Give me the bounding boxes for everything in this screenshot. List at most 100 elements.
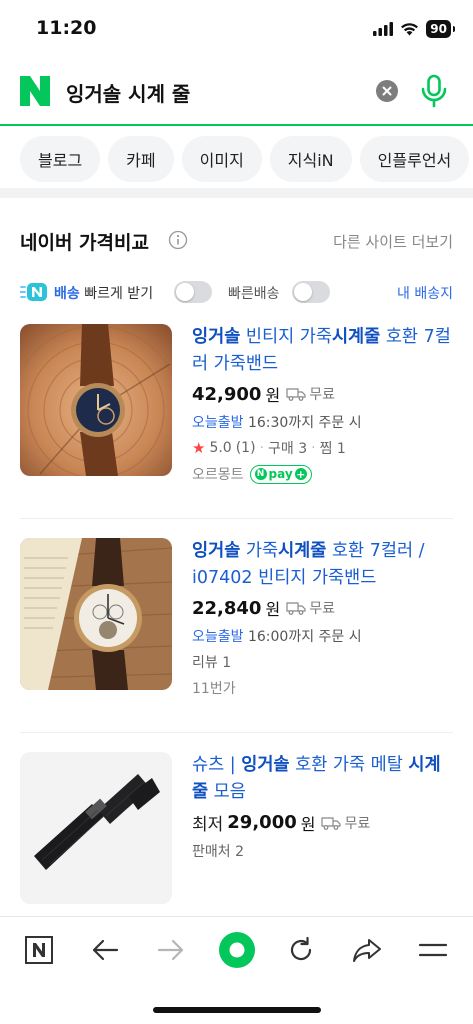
truck-icon <box>321 816 342 830</box>
product-info: 잉거솔 가죽시계줄 호환 7컬러 / i07402 빈티지 가죽밴드 22,84… <box>192 538 454 698</box>
quick-delivery-toggle[interactable] <box>292 281 330 303</box>
npay-n-icon: N <box>254 468 267 480</box>
product-stats: ★ 5.0 (1) · 구매 3 · 찜 1 <box>192 438 454 458</box>
fast-delivery-toggle[interactable] <box>174 281 212 303</box>
tab-cafe[interactable]: 카페 <box>108 136 174 182</box>
shipping-label: 무료 <box>309 601 335 617</box>
quick-delivery-label: 빠른배송 <box>228 286 280 302</box>
share-icon <box>353 939 381 962</box>
truck-icon <box>286 388 306 401</box>
seller-count[interactable]: 판매처 2 <box>192 841 454 861</box>
hamburger-menu-icon <box>418 943 448 957</box>
delivery-note: 16:00까지 주문 시 <box>247 629 362 645</box>
review-count: 리뷰 1 <box>192 655 232 671</box>
wish-count: 찜 1 <box>319 441 346 457</box>
product-stats: 리뷰 1 <box>192 652 454 672</box>
share-button[interactable] <box>350 933 384 967</box>
status-time: 11:20 <box>36 17 97 39</box>
delivery-filters: 배송 빠르게 받기 빠른배송 내 배송지 <box>20 280 453 306</box>
price-prefix: 최저 <box>192 815 224 835</box>
product-title-part: 잉거솔 <box>192 541 241 561</box>
seller-name[interactable]: 오르몽트 <box>192 464 244 484</box>
refresh-icon <box>290 936 312 961</box>
naver-delivery-icon <box>20 283 47 301</box>
shipping-info: 무료 <box>286 598 335 618</box>
price-currency: 원 <box>300 814 316 834</box>
status-bar: 11:20 90 <box>0 0 473 58</box>
card-divider <box>20 518 453 519</box>
rating-count: (1) <box>235 440 256 456</box>
more-sites-link[interactable]: 다른 사이트 더보기 <box>333 231 453 252</box>
npay-badge: Npay + <box>249 464 312 484</box>
tab-knowledge-in[interactable]: 지식iN <box>269 136 352 182</box>
today-delivery-label: 오늘출발 <box>192 415 244 431</box>
refresh-button[interactable] <box>284 933 318 967</box>
wifi-icon <box>401 23 419 36</box>
forward-arrow-icon <box>157 939 184 961</box>
naver-n-icon <box>25 936 53 964</box>
plus-icon: + <box>294 467 307 481</box>
menu-button[interactable] <box>416 933 450 967</box>
product-title-part: 가죽 <box>240 541 279 561</box>
star-icon: ★ <box>192 439 206 457</box>
product-title-part: 호환 가죽 메탈 <box>289 755 409 775</box>
separator-dot: · <box>259 440 265 456</box>
microphone-icon[interactable] <box>420 74 448 108</box>
section-divider <box>0 188 473 198</box>
battery-indicator: 90 <box>426 20 455 38</box>
green-dot-icon <box>219 932 255 968</box>
rating-value: 5.0 <box>209 440 232 456</box>
shipping-label: 무료 <box>309 387 335 403</box>
back-button[interactable] <box>88 933 122 967</box>
purchase-count: 구매 3 <box>268 441 308 457</box>
info-icon[interactable] <box>168 230 188 250</box>
truck-icon <box>286 602 306 615</box>
product-image[interactable] <box>20 538 172 690</box>
card-divider <box>20 732 453 733</box>
seller-info: 11번가 <box>192 678 454 698</box>
tab-images[interactable]: 이미지 <box>181 136 262 182</box>
product-info: 슈츠 | 잉거솔 호환 가죽 메탈 시계줄 모음 최저 29,000 원 무료 판… <box>192 752 454 861</box>
naver-logo[interactable] <box>20 76 50 106</box>
status-icons: 90 <box>373 20 455 38</box>
section-title: 네이버 가격비교 <box>20 232 149 254</box>
price-currency: 원 <box>265 600 281 619</box>
product-card[interactable]: 잉거솔 빈티지 가죽시계줄 호환 7컬러 가죽밴드 42,900 원 무료 오늘출… <box>20 324 453 484</box>
product-title-part: 모음 <box>208 782 246 802</box>
seller-info: 오르몽트 Npay + <box>192 464 454 484</box>
product-price: 22,840 원 무료 <box>192 596 454 620</box>
shipping-label: 무료 <box>344 815 371 832</box>
price-value: 29,000 <box>227 812 297 833</box>
today-delivery-label: 오늘출발 <box>192 629 244 645</box>
product-title[interactable]: 잉거솔 빈티지 가죽시계줄 호환 7컬러 가죽밴드 <box>192 324 454 378</box>
product-card[interactable]: 슈츠 | 잉거솔 호환 가죽 메탈 시계줄 모음 최저 29,000 원 무료 판… <box>20 752 453 904</box>
delivery-info: 오늘출발 16:30까지 주문 시 <box>192 412 454 432</box>
home-indicator[interactable] <box>153 1007 321 1013</box>
browser-toolbar <box>0 916 473 986</box>
product-title-part: 잉거솔 <box>192 327 241 347</box>
product-title[interactable]: 슈츠 | 잉거솔 호환 가죽 메탈 시계줄 모음 <box>192 752 454 806</box>
product-title-part: 시계줄 <box>278 541 327 561</box>
fast-delivery-brand: 배송 <box>54 286 80 302</box>
product-title-part: 슈츠 | <box>192 755 242 775</box>
seller-name[interactable]: 11번가 <box>192 678 236 698</box>
tab-blog[interactable]: 블로그 <box>20 136 101 182</box>
product-card[interactable]: 잉거솔 가죽시계줄 호환 7컬러 / i07402 빈티지 가죽밴드 22,84… <box>20 538 453 698</box>
price-value: 22,840 <box>192 597 262 619</box>
green-dot-button[interactable] <box>216 929 258 971</box>
tab-influencer[interactable]: 인플루언서 <box>359 136 470 182</box>
product-title-part: 잉거솔 <box>241 755 290 775</box>
product-title[interactable]: 잉거솔 가죽시계줄 호환 7컬러 / i07402 빈티지 가죽밴드 <box>192 538 454 592</box>
product-price: 42,900 원 무료 <box>192 382 454 406</box>
product-image[interactable] <box>20 752 172 904</box>
product-title-part: 빈티지 가죽 <box>240 327 332 347</box>
price-value: 42,900 <box>192 383 262 405</box>
search-input[interactable]: 잉거솔 시계 줄 <box>66 78 190 107</box>
product-image[interactable] <box>20 324 172 476</box>
clear-search-button[interactable] <box>376 80 398 102</box>
forward-button[interactable] <box>154 933 188 967</box>
delivery-note: 16:30까지 주문 시 <box>247 415 362 431</box>
my-address-link[interactable]: 내 배송지 <box>397 283 453 303</box>
product-title-part: 시계줄 <box>331 327 381 347</box>
naver-home-button[interactable] <box>22 933 56 967</box>
